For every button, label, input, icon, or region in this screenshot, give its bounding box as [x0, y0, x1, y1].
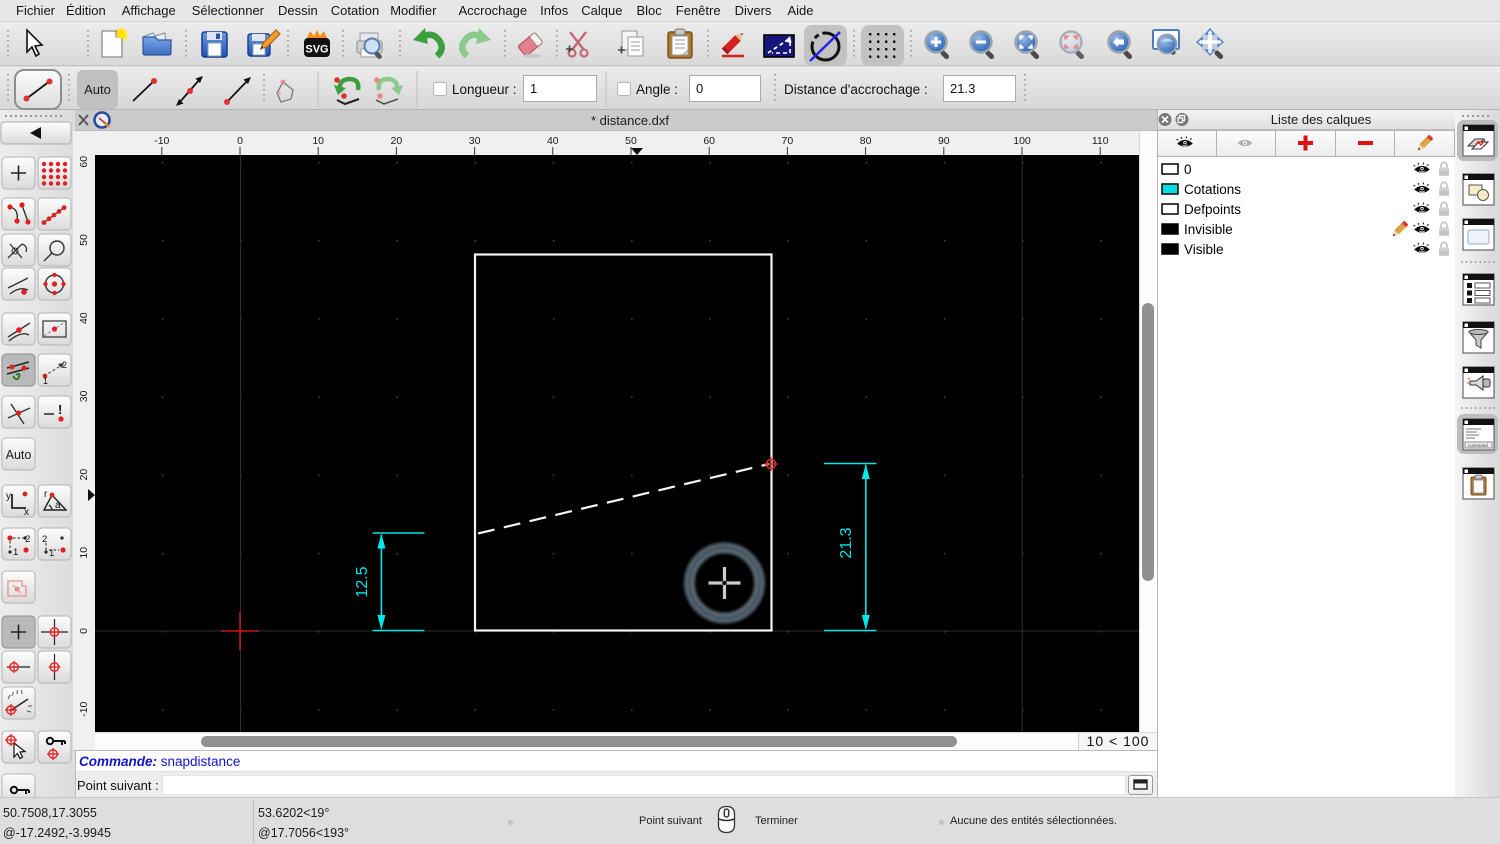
svg-text:80: 80 [860, 135, 872, 147]
svg-text:-10: -10 [78, 701, 90, 716]
svg-text:y: y [6, 491, 11, 502]
svg-text:60: 60 [703, 135, 715, 147]
svg-text:20: 20 [78, 469, 90, 481]
svg-text:60: 60 [78, 156, 90, 168]
svg-text:10: 10 [312, 135, 324, 147]
svg-text:40: 40 [547, 135, 559, 147]
svg-text:40: 40 [78, 312, 90, 324]
svg-text:10: 10 [78, 547, 90, 559]
svg-text:2: 2 [62, 360, 67, 370]
svg-text:!: ! [58, 402, 62, 417]
svg-text:0: 0 [237, 135, 243, 147]
svg-text:1: 1 [13, 547, 18, 558]
svg-text:70: 70 [782, 135, 794, 147]
svg-text:Visible: Visible [1184, 242, 1224, 257]
svg-text:30: 30 [78, 390, 90, 402]
svg-text:Invisible: Invisible [1184, 222, 1233, 237]
svg-text:12.5: 12.5 [354, 566, 371, 597]
svg-text:Cotations: Cotations [1184, 182, 1241, 197]
svg-text:Auto: Auto [84, 82, 111, 97]
svg-text:20: 20 [391, 135, 403, 147]
svg-text:0: 0 [1184, 162, 1192, 177]
svg-text:90: 90 [938, 135, 950, 147]
svg-text:Defpoints: Defpoints [1184, 202, 1241, 217]
svg-text:2: 2 [25, 534, 30, 545]
svg-text:x: x [24, 507, 29, 518]
svg-text:110: 110 [1092, 135, 1109, 147]
svg-text:30: 30 [469, 135, 481, 147]
svg-text:0: 0 [78, 628, 90, 634]
svg-text:a: a [55, 500, 61, 511]
svg-text:50: 50 [78, 234, 90, 246]
svg-text:1: 1 [49, 548, 54, 559]
svg-text:100: 100 [1013, 135, 1031, 147]
svg-text:-10: -10 [154, 135, 169, 147]
svg-text:21.3: 21.3 [838, 527, 855, 558]
svg-text:Auto: Auto [6, 448, 32, 462]
svg-text:50: 50 [625, 135, 637, 147]
svg-text:2: 2 [42, 534, 47, 545]
svg-text:1: 1 [43, 376, 48, 386]
svg-text:command: command [1468, 443, 1488, 448]
